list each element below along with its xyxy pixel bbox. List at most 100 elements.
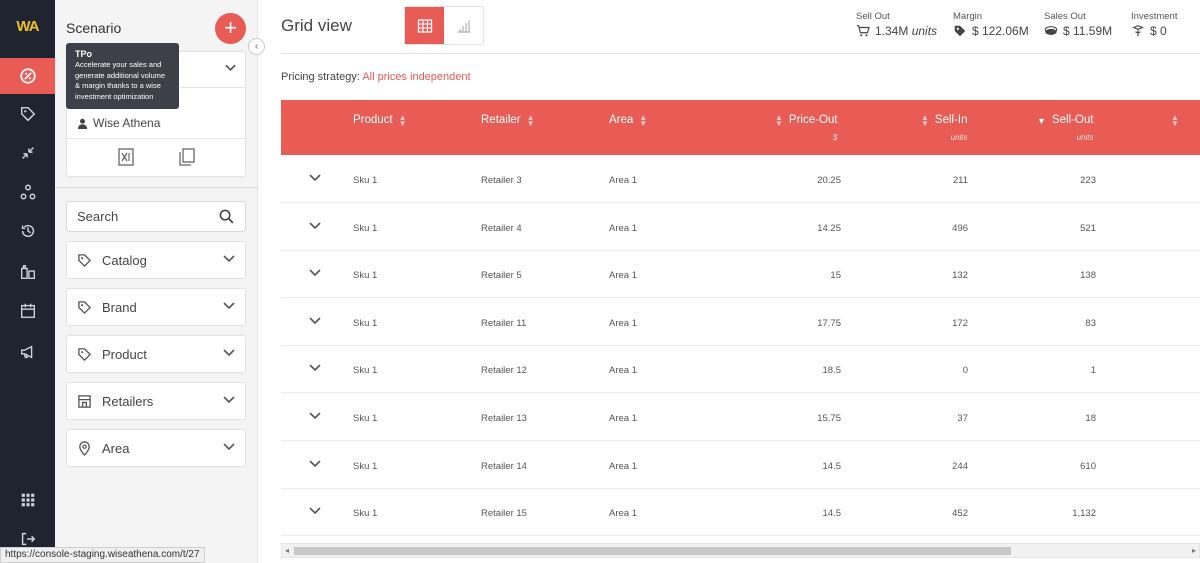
- rail-item-history[interactable]: [0, 213, 55, 249]
- expand-row-icon[interactable]: [309, 411, 321, 421]
- column-header-next[interactable]: ▲ ▼: [1171, 114, 1179, 128]
- tooltip-body: Accelerate your sales and generate addit…: [75, 60, 166, 101]
- search-input[interactable]: [77, 209, 207, 224]
- column-header-area[interactable]: Area ▲ ▼: [609, 114, 647, 128]
- shrink-icon: [21, 147, 34, 159]
- cell-area: Area 1: [609, 175, 637, 186]
- table-row[interactable]: Sku 1 Retailer 12 Area 1 18.5 0 1: [281, 345, 1200, 394]
- table-row[interactable]: Sku 1 Retailer 3 Area 1 20.25 211 223: [281, 155, 1200, 203]
- cell-sell-in: 496: [952, 222, 968, 234]
- duplicate-button[interactable]: [179, 148, 195, 166]
- card-divider: [67, 138, 245, 139]
- logout-icon: [21, 532, 35, 546]
- rail-item-calendar[interactable]: [0, 293, 55, 329]
- export-excel-button[interactable]: [118, 148, 134, 166]
- table-row[interactable]: Sku 1 Retailer 4 Area 1 14.25 496 521: [281, 203, 1200, 251]
- kpi-label: Investment: [1131, 11, 1178, 22]
- filter-area[interactable]: Area: [66, 429, 246, 467]
- scroll-left-icon[interactable]: ◂: [285, 546, 289, 555]
- main-panel: Grid view Sell Out 1.34M units Margin $ …: [259, 0, 1200, 563]
- table-row[interactable]: Sku 1 Retailer 14 Area 1 14.5 244 610: [281, 441, 1200, 489]
- cell-sell-out: 223: [1080, 175, 1096, 186]
- cell-sell-in: 211: [952, 175, 968, 186]
- chart-view-button[interactable]: [444, 7, 483, 44]
- table-row[interactable]: Sku 1 Retailer 11 Area 1 17.75 172 83: [281, 298, 1200, 346]
- cell-sell-in: 132: [952, 270, 968, 282]
- rail-item-products[interactable]: [0, 254, 55, 290]
- expand-row-icon[interactable]: [309, 506, 321, 516]
- column-header-sell-in[interactable]: ▲ ▼ Sell-In units: [921, 114, 968, 143]
- status-bar-url: https://console-staging.wiseathena.com/t…: [0, 547, 205, 563]
- cell-product: Sku 1: [353, 365, 378, 377]
- column-unit: units: [950, 133, 968, 142]
- cell-retailer: Retailer 15: [481, 508, 527, 520]
- cell-sell-out: 18: [1085, 413, 1096, 424]
- pricing-label: Pricing strategy:: [281, 71, 360, 83]
- tag-icon: [20, 106, 35, 122]
- expand-row-icon[interactable]: [309, 268, 321, 278]
- calendar-icon: [20, 303, 35, 318]
- cell-price-out: 17.75: [817, 317, 841, 329]
- store-icon: [78, 395, 91, 408]
- tag-icon: [78, 301, 92, 315]
- rail-item-apps[interactable]: [0, 482, 55, 518]
- filter-label: Area: [102, 441, 130, 456]
- scenario-sidebar: Scenario + ‹ Wise Athena TPo Accelerate …: [55, 0, 265, 563]
- sort-icon: ▲ ▼: [398, 113, 407, 128]
- scenario-title: Scenario: [66, 20, 122, 36]
- column-header-product[interactable]: Product ▲ ▼: [353, 113, 407, 128]
- search-icon[interactable]: [219, 209, 234, 224]
- rail-item-shrink[interactable]: [0, 135, 55, 171]
- expand-row-icon[interactable]: [309, 459, 321, 469]
- rail-item-promotions[interactable]: [0, 334, 55, 370]
- collapse-sidebar-button[interactable]: ‹: [248, 38, 265, 55]
- table-row[interactable]: Sku 1 Retailer 5 Area 1 15 132 138: [281, 250, 1200, 299]
- scenario-select[interactable]: [225, 61, 236, 75]
- chevron-down-icon: [223, 349, 235, 357]
- cart-icon: [856, 25, 870, 37]
- table-row[interactable]: Sku 1 Retailer 13 Area 1 15.75 37 18: [281, 393, 1200, 441]
- cell-retailer: Retailer 11: [481, 317, 527, 329]
- filter-product[interactable]: Product: [66, 335, 246, 373]
- wise-athena-logo[interactable]: WA: [6, 18, 49, 38]
- money-icon: [1044, 26, 1058, 35]
- filter-catalog[interactable]: Catalog: [66, 241, 246, 279]
- header-separator: [281, 53, 1200, 54]
- kpi-value: $ 0: [1150, 24, 1167, 38]
- cell-area: Area 1: [609, 365, 637, 377]
- expand-row-icon[interactable]: [309, 316, 321, 326]
- rail-item-tpo[interactable]: [0, 58, 55, 94]
- scroll-right-icon[interactable]: ▸: [1192, 546, 1196, 555]
- cell-price-out: 15.75: [817, 413, 841, 424]
- grid-view-button[interactable]: [405, 7, 444, 44]
- column-header-retailer[interactable]: Retailer ▲ ▼: [481, 114, 535, 128]
- kpi-investment: Investment $ 0: [1131, 11, 1177, 38]
- filter-brand[interactable]: Brand: [66, 288, 246, 326]
- cell-product: Sku 1: [353, 222, 378, 234]
- expand-row-icon[interactable]: [309, 221, 321, 231]
- scrollbar-thumb[interactable]: [294, 547, 1011, 555]
- expand-row-icon[interactable]: [309, 363, 321, 373]
- rail-item-pricing[interactable]: [0, 96, 55, 132]
- chevron-down-icon: [223, 396, 235, 404]
- price-tag-icon: [954, 25, 966, 37]
- table-row[interactable]: Sku 1 Retailer 15 Area 1 14.5 452 1,132: [281, 488, 1200, 537]
- cell-sell-out: 138: [1080, 270, 1096, 282]
- cell-area: Area 1: [609, 413, 637, 424]
- cell-retailer: Retailer 12: [481, 365, 527, 377]
- column-header-price-out[interactable]: ▲ ▼ Price-Out $: [775, 114, 838, 143]
- rail-item-network[interactable]: [0, 174, 55, 210]
- column-header-sell-out[interactable]: ▼ Sell-Out units: [1037, 114, 1093, 142]
- cell-sell-in: 172: [952, 317, 968, 329]
- excel-icon: [118, 148, 134, 166]
- cell-sell-out: 521: [1080, 222, 1096, 234]
- pricing-strategy-link[interactable]: All prices independent: [362, 71, 470, 83]
- expand-row-icon[interactable]: [309, 173, 321, 183]
- tag-icon: [78, 254, 92, 268]
- horizontal-scrollbar[interactable]: ◂ ▸: [281, 543, 1200, 558]
- chevron-down-icon: [223, 443, 235, 451]
- cell-sell-out: 83: [1085, 317, 1096, 329]
- filter-retailers[interactable]: Retailers: [66, 382, 246, 420]
- add-scenario-button[interactable]: +: [215, 13, 246, 44]
- table-icon: [417, 18, 432, 33]
